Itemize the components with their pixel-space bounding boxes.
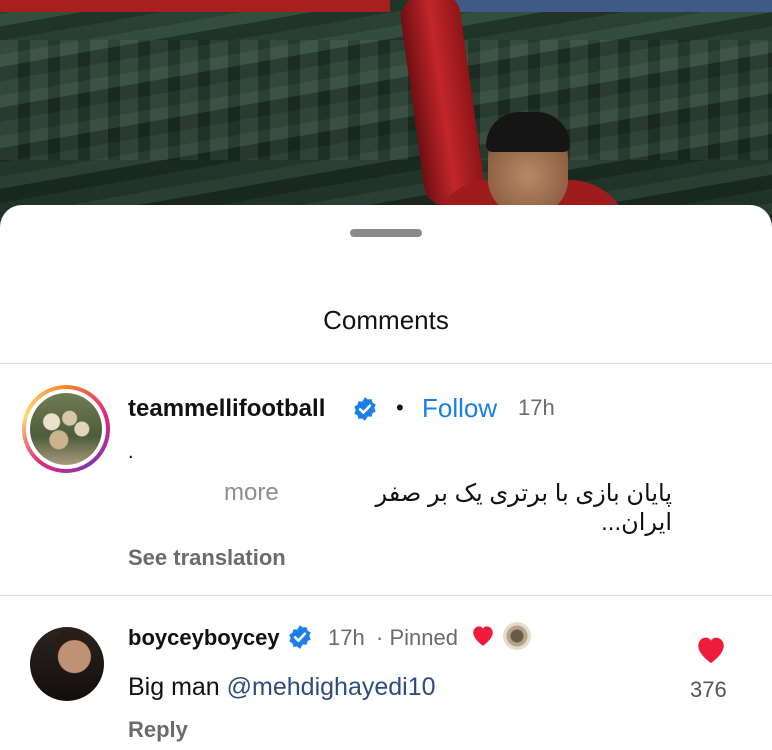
caption-divider xyxy=(0,595,772,596)
stadium-stands xyxy=(0,40,772,160)
like-count: 376 xyxy=(690,677,727,702)
pinned-label: · Pinned xyxy=(376,625,458,650)
creator-avatar-badge xyxy=(503,622,531,650)
reply-button[interactable]: Reply xyxy=(128,717,188,743)
verified-icon xyxy=(354,397,376,421)
creator-heart-icon xyxy=(473,626,493,646)
comment-text: Big man @mehdighayedi10 xyxy=(128,673,436,702)
photo-blue-banner xyxy=(432,0,772,12)
avatar-teammellifootball[interactable] xyxy=(22,385,110,473)
separator-dot: • xyxy=(396,395,404,420)
comment-time: 17h xyxy=(328,625,365,650)
drag-handle[interactable] xyxy=(350,229,422,237)
avatar-image xyxy=(30,393,102,465)
verified-icon xyxy=(289,625,311,649)
photo-red-banner xyxy=(0,0,390,12)
comments-sheet: Comments teammellifootball • Follow 17h … xyxy=(0,205,772,750)
caption-text: پایان بازی با برتری یک بر صفر ایران... xyxy=(375,480,672,536)
mention-link[interactable]: @mehdighayedi10 xyxy=(227,673,436,701)
username-boyceyboycey[interactable]: boyceyboycey xyxy=(128,625,280,651)
like-heart-icon[interactable] xyxy=(694,633,728,665)
comment-text-body: Big man xyxy=(128,673,227,701)
username-teammellifootball[interactable]: teammellifootball xyxy=(128,395,325,423)
caption-first-line: . xyxy=(128,441,134,463)
more-link[interactable]: more xyxy=(224,479,279,507)
header-divider xyxy=(0,363,772,364)
sheet-title: Comments xyxy=(323,305,449,335)
post-background-photo xyxy=(0,0,772,230)
follow-button[interactable]: Follow xyxy=(422,393,497,424)
comment-time: 17h xyxy=(518,395,555,420)
avatar-boyceyboycey[interactable] xyxy=(30,627,104,701)
see-translation-link[interactable]: See translation xyxy=(128,545,286,571)
